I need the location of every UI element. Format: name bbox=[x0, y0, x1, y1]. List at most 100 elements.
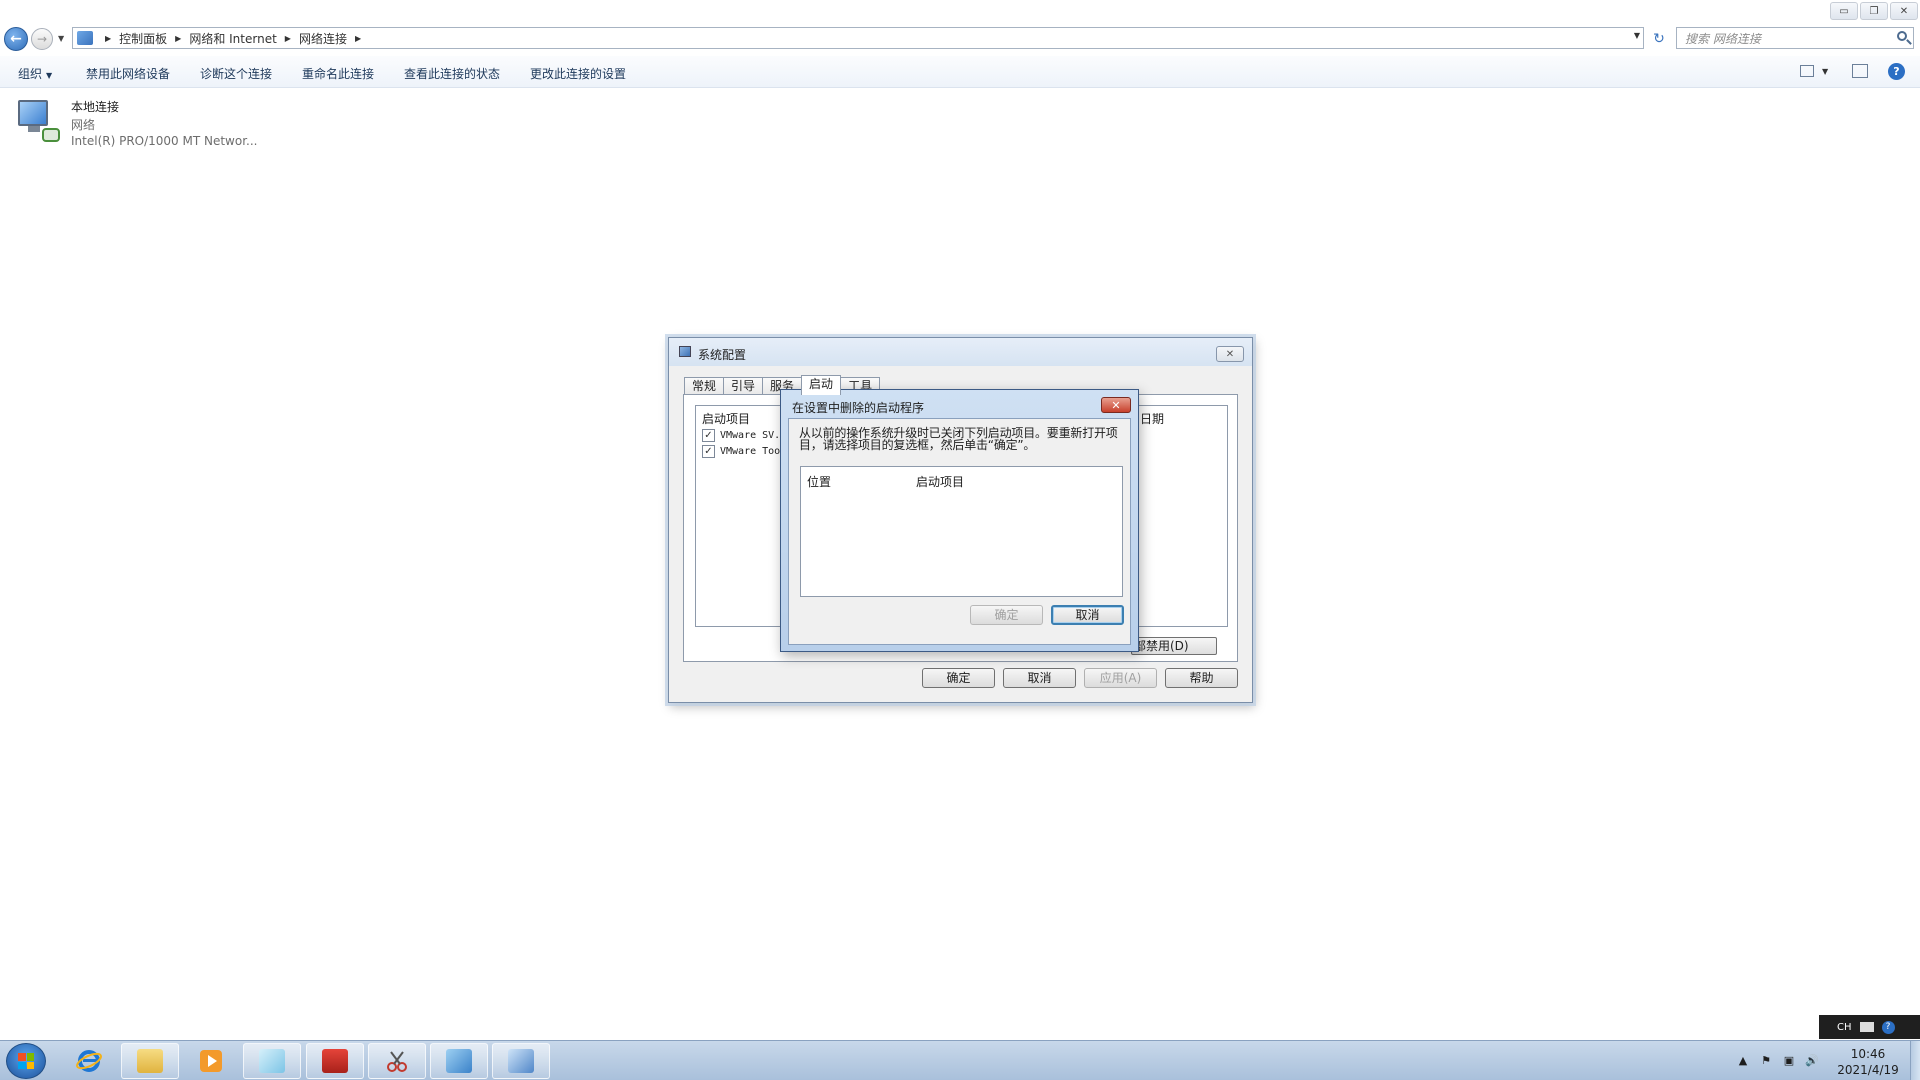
forward-button[interactable]: → bbox=[31, 28, 53, 50]
taskbar-toolbox[interactable] bbox=[306, 1043, 364, 1079]
tab-general[interactable]: 常规 bbox=[684, 377, 725, 395]
media-player-icon bbox=[200, 1050, 222, 1072]
clock-time: 10:46 bbox=[1850, 1047, 1886, 1061]
network-adapter-icon bbox=[18, 100, 60, 144]
start-button[interactable] bbox=[6, 1043, 46, 1079]
system-clock[interactable]: 10:46 2021/4/19 bbox=[1822, 1046, 1914, 1078]
control-panel-icon bbox=[77, 31, 93, 45]
command-bar: 组织 ▼ 禁用此网络设备 诊断这个连接 重命名此连接 查看此连接的状态 更改此连接… bbox=[0, 56, 1920, 88]
tab-startup[interactable]: 启动 bbox=[801, 375, 842, 395]
organize-menu[interactable]: 组织 ▼ bbox=[18, 65, 52, 82]
show-desktop-button[interactable] bbox=[1910, 1041, 1920, 1080]
toolbox-icon bbox=[322, 1049, 348, 1073]
chevron-right-icon[interactable]: ▶ bbox=[105, 34, 111, 43]
apply-button[interactable]: 应用(A) bbox=[1084, 668, 1157, 688]
dialog-titlebar[interactable]: 系统配置 ✕ bbox=[669, 338, 1252, 366]
network-icon[interactable]: ▣ bbox=[1782, 1055, 1796, 1067]
system-config-icon bbox=[508, 1049, 534, 1073]
network-connection-item[interactable]: 本地连接 网络 Intel(R) PRO/1000 MT Networ... bbox=[14, 96, 274, 154]
close-window-button[interactable]: ✕ bbox=[1890, 2, 1918, 20]
views-icon[interactable] bbox=[1800, 65, 1814, 77]
window-caption-buttons: ▭ ❐ ✕ bbox=[1830, 2, 1918, 20]
clock-date: 2021/4/19 bbox=[1837, 1063, 1899, 1077]
preview-pane-icon[interactable] bbox=[1852, 64, 1868, 78]
taskbar-internet-explorer[interactable] bbox=[60, 1043, 118, 1079]
navigation-bar: ← → ▼ ▶ 控制面板 ▶ 网络和 Internet ▶ 网络连接 ▶ ▼ ↻… bbox=[0, 22, 1920, 54]
notepad-icon bbox=[259, 1049, 285, 1073]
breadcrumb-network-internet[interactable]: 网络和 Internet bbox=[189, 30, 276, 47]
taskbar-control-panel[interactable] bbox=[430, 1043, 488, 1079]
taskbar-windows-explorer[interactable] bbox=[121, 1043, 179, 1079]
column-header-location[interactable]: 位置 bbox=[807, 473, 831, 490]
close-button[interactable]: ✕ bbox=[1101, 397, 1131, 413]
startup-item-checkbox[interactable]: ✓ bbox=[702, 428, 715, 442]
language-indicator[interactable]: CH bbox=[1837, 1022, 1852, 1033]
startup-item-checkbox[interactable]: ✓ bbox=[702, 444, 715, 458]
removed-items-list[interactable]: 位置 启动项目 bbox=[800, 466, 1123, 597]
column-header-startup-item[interactable]: 启动项目 bbox=[916, 473, 964, 490]
help-icon[interactable]: ? bbox=[1881, 1020, 1895, 1034]
taskbar-snipping-tool[interactable] bbox=[368, 1043, 426, 1079]
close-button[interactable]: ✕ bbox=[1216, 346, 1244, 362]
list-item[interactable]: ✓ VMware SV... bbox=[702, 428, 792, 442]
search-placeholder: 搜索 网络连接 bbox=[1685, 31, 1761, 46]
show-hidden-icons-icon[interactable]: ▲ bbox=[1736, 1055, 1750, 1067]
scissors-icon bbox=[387, 1051, 407, 1072]
chevron-down-icon[interactable]: ▼ bbox=[1822, 67, 1828, 76]
internet-explorer-icon bbox=[76, 1050, 102, 1072]
list-item[interactable]: ✓ VMware Too bbox=[702, 444, 780, 458]
connection-adapter: Intel(R) PRO/1000 MT Networ... bbox=[71, 134, 258, 148]
startup-item-label: VMware Too bbox=[720, 445, 781, 457]
tab-boot[interactable]: 引导 bbox=[723, 377, 764, 395]
system-config-icon bbox=[679, 346, 691, 357]
folder-icon bbox=[137, 1049, 163, 1073]
search-input[interactable]: 搜索 网络连接 bbox=[1676, 27, 1914, 49]
chevron-right-icon[interactable]: ▶ bbox=[355, 34, 361, 43]
minimize-button[interactable]: ▭ bbox=[1830, 2, 1858, 20]
ok-button[interactable]: 确定 bbox=[970, 605, 1043, 625]
chevron-down-icon: ▼ bbox=[46, 71, 53, 80]
disable-device-button[interactable]: 禁用此网络设备 bbox=[86, 65, 170, 82]
chevron-right-icon[interactable]: ▶ bbox=[175, 34, 181, 43]
address-history-dropdown[interactable]: ▼ bbox=[1634, 31, 1640, 40]
keyboard-icon[interactable] bbox=[1859, 1022, 1874, 1032]
dialog-body: 从以前的操作系统升级时已关闭下列启动项目。要重新打开项目，请选择项目的复选框，然… bbox=[788, 418, 1131, 645]
action-center-flag-icon[interactable]: ⚑ bbox=[1759, 1055, 1773, 1067]
taskbar-notepad[interactable] bbox=[243, 1043, 301, 1079]
taskbar-media-player[interactable] bbox=[182, 1043, 240, 1079]
chevron-right-icon[interactable]: ▶ bbox=[285, 34, 291, 43]
restore-button[interactable]: ❐ bbox=[1860, 2, 1888, 20]
volume-icon[interactable]: 🔊 bbox=[1805, 1055, 1819, 1067]
dialog-title: 系统配置 bbox=[698, 348, 747, 362]
cancel-button[interactable]: 取消 bbox=[1051, 605, 1124, 625]
diagnose-button[interactable]: 诊断这个连接 bbox=[200, 65, 272, 82]
control-panel-icon bbox=[446, 1049, 472, 1073]
dialog-title: 在设置中删除的启动程序 bbox=[792, 401, 925, 415]
rename-button[interactable]: 重命名此连接 bbox=[302, 65, 374, 82]
disable-all-button[interactable]: 部禁用(D) bbox=[1131, 637, 1217, 655]
windows-logo-icon bbox=[18, 1053, 34, 1069]
column-header-date[interactable]: 日期 bbox=[1140, 410, 1164, 427]
help-button[interactable]: 帮助 bbox=[1165, 668, 1238, 688]
column-header-startup-item[interactable]: 启动项目 bbox=[702, 410, 750, 427]
ok-button[interactable]: 确定 bbox=[922, 668, 995, 688]
notification-area: ▲ ⚑ ▣ 🔊 bbox=[1736, 1055, 1819, 1067]
search-icon[interactable] bbox=[1897, 31, 1907, 41]
back-button[interactable]: ← bbox=[4, 27, 28, 51]
connection-name: 本地连接 bbox=[71, 100, 120, 114]
view-status-button[interactable]: 查看此连接的状态 bbox=[404, 65, 500, 82]
help-icon[interactable]: ? bbox=[1888, 63, 1905, 80]
removed-startup-dialog: 在设置中删除的启动程序 ✕ 从以前的操作系统升级时已关闭下列启动项目。要重新打开… bbox=[780, 389, 1139, 652]
connection-type: 网络 bbox=[71, 118, 96, 132]
cancel-button[interactable]: 取消 bbox=[1003, 668, 1076, 688]
change-settings-button[interactable]: 更改此连接的设置 bbox=[530, 65, 626, 82]
dialog-message: 从以前的操作系统升级时已关闭下列启动项目。要重新打开项目，请选择项目的复选框，然… bbox=[799, 426, 1118, 452]
taskbar-system-config[interactable] bbox=[492, 1043, 550, 1079]
refresh-button[interactable]: ↻ bbox=[1648, 30, 1670, 48]
breadcrumb-control-panel[interactable]: 控制面板 bbox=[119, 30, 167, 47]
taskbar: ▲ ⚑ ▣ 🔊 10:46 2021/4/19 bbox=[0, 1040, 1920, 1080]
breadcrumb-network-connections[interactable]: 网络连接 bbox=[299, 30, 347, 47]
recent-pages-dropdown[interactable]: ▼ bbox=[58, 34, 64, 43]
address-bar[interactable]: ▶ 控制面板 ▶ 网络和 Internet ▶ 网络连接 ▶ ▼ bbox=[72, 27, 1644, 49]
language-bar[interactable]: CH ? bbox=[1819, 1015, 1920, 1039]
